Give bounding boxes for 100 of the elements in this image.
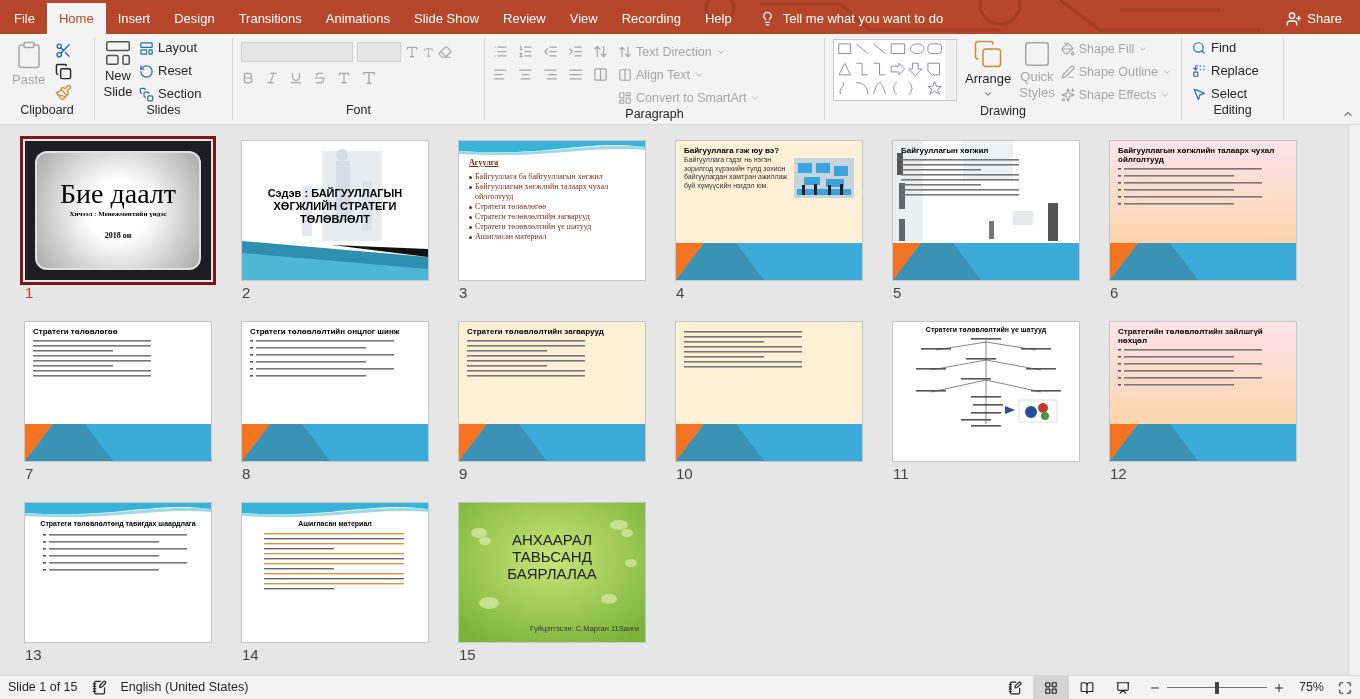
align-left-icon[interactable] xyxy=(493,67,508,82)
slide-command-button[interactable]: Layout xyxy=(139,38,202,58)
slide-title: Стратегийн төлөвлөлтийн зайлшгүй нөхцөл xyxy=(1118,327,1264,345)
spellcheck-icon[interactable] xyxy=(91,680,107,695)
slide-thumbnail[interactable]: Стратеги төлөвлөлтийн загварууд xyxy=(459,322,645,461)
ribbon-tab[interactable]: Design xyxy=(162,3,227,34)
bold-icon[interactable] xyxy=(241,71,255,85)
slide-counter: Slide 1 of 15 xyxy=(8,679,78,697)
shrink-font-icon[interactable] xyxy=(423,46,434,58)
line-spacing-icon[interactable] xyxy=(593,44,608,59)
slide-thumbnail[interactable]: Агуулга Байгууллага ба байгууллагын хөгжил Байгууллагын хөгжлийн талаарх чухал ойлголтууд Стратеги төлөвлөгөө Стратеги төлөвлөлтийн загварууд Стратеги төлөвлөлтийн үе шатууд Ашигласан материал xyxy=(459,141,645,280)
font-case-icon[interactable] xyxy=(337,71,351,85)
dropdown-icon xyxy=(693,70,704,80)
decrease-indent-icon[interactable] xyxy=(543,44,558,59)
ribbon-tab[interactable]: View xyxy=(557,3,610,34)
slide-number: 13 xyxy=(25,646,42,663)
scrollbar[interactable] xyxy=(1348,125,1360,675)
underline-icon[interactable] xyxy=(289,71,303,85)
cut-icon[interactable] xyxy=(55,42,73,59)
columns-icon[interactable] xyxy=(593,67,608,82)
ribbon-tab[interactable]: File xyxy=(2,3,47,34)
slide-number: 7 xyxy=(25,465,34,482)
ribbon-tab[interactable]: Home xyxy=(46,3,106,34)
slide-thumbnail[interactable]: Стратегийн төлөвлөлтийн зайлшгүй нөхцөл xyxy=(1110,322,1296,461)
dropdown-icon xyxy=(715,47,726,57)
ribbon-tab[interactable]: Transitions xyxy=(226,3,314,34)
grow-font-icon[interactable] xyxy=(405,45,419,59)
group-label: Drawing xyxy=(979,105,1027,120)
align-center-icon[interactable] xyxy=(518,67,533,82)
shape-outline-icon xyxy=(1060,65,1075,79)
ribbon-tab[interactable]: Insert xyxy=(105,3,163,34)
slide-bullet: Стратеги төлөвлөлтийн загварууд xyxy=(475,212,590,222)
justify-icon[interactable] xyxy=(568,67,583,82)
slide-thumbnail[interactable] xyxy=(676,322,862,461)
italic-icon[interactable] xyxy=(265,71,279,85)
zoom-in-icon[interactable] xyxy=(1272,681,1285,694)
text-direction-icon xyxy=(618,45,632,59)
smartart-icon xyxy=(618,91,632,105)
slide-title: Байгууллагын хөгжлийн талаарх чухал ойлголтууд xyxy=(1118,146,1276,164)
clear-formatting-icon[interactable] xyxy=(438,45,452,59)
editing-command-button[interactable]: Find xyxy=(1192,38,1273,58)
zoom-thumb[interactable] xyxy=(1214,681,1219,694)
slide-number: 11 xyxy=(893,465,909,482)
replace-icon xyxy=(1192,64,1206,78)
language-label[interactable]: English (United States) xyxy=(120,678,249,697)
new-slide-icon xyxy=(103,38,133,68)
dropdown-icon xyxy=(750,93,761,103)
slide-bullet: Байгууллагын хөгжлийн талаарх чухал ойлголтууд xyxy=(475,182,610,202)
slide-thumbnail[interactable]: Байгууллагын хөгжил xyxy=(893,141,1079,280)
numbering-icon[interactable] xyxy=(518,44,533,59)
slide-footer: 2018 он xyxy=(104,229,132,242)
slide-thumbnail[interactable]: Стратеги төлөвлөлтийн онцлог шинж xyxy=(242,322,428,461)
zoom-level[interactable]: 75% xyxy=(1298,678,1324,697)
slide-command-button[interactable]: Reset xyxy=(139,61,202,81)
bullets-icon[interactable] xyxy=(493,44,508,59)
ribbon-tab[interactable]: Help xyxy=(692,3,744,34)
ribbon-tab[interactable]: Review xyxy=(491,3,558,34)
slide-bullet: Ашигласан материал xyxy=(475,232,547,242)
font-size-field[interactable] xyxy=(357,42,401,62)
share-button[interactable]: Share xyxy=(1286,3,1342,34)
tell-me-search[interactable]: Tell me what you want to do xyxy=(782,8,944,29)
shapes-gallery[interactable] xyxy=(833,39,957,101)
slide-title: Стратеги төлөвлөгөө xyxy=(33,327,119,336)
editing-command-button[interactable]: Replace xyxy=(1192,61,1273,81)
slide-number: 6 xyxy=(1110,284,1119,301)
editing-command-button[interactable]: Select xyxy=(1192,84,1273,104)
slide-number: 15 xyxy=(459,646,476,663)
normal-view-icon xyxy=(1007,680,1022,695)
strikethrough-icon[interactable] xyxy=(313,71,327,85)
fit-to-window-icon[interactable] xyxy=(1338,680,1352,695)
slide-thumbnail[interactable]: Байгууллагын хөгжлийн талаарх чухал ойлголтууд xyxy=(1110,141,1296,280)
slide-number: 12 xyxy=(1110,465,1127,482)
group-label: Font xyxy=(345,103,372,119)
view-button[interactable] xyxy=(1032,676,1069,699)
slide-title: Стратеги төлөвлөлтийн онцлог шинж xyxy=(250,327,401,336)
arrange-button[interactable]: Arrange xyxy=(963,39,1014,105)
show-view-icon xyxy=(1115,680,1130,695)
slide-command-button[interactable]: Section xyxy=(139,84,202,104)
new-slide-button[interactable]: New Slide xyxy=(103,38,133,104)
ribbon-tab[interactable]: Animations xyxy=(313,3,403,34)
slide-bullet: Стратеги төлөвлөлтийн үе шатууд xyxy=(475,222,592,232)
ribbon-tab[interactable]: Slide Show xyxy=(402,3,492,34)
dropdown-icon xyxy=(1160,90,1171,100)
group-label: Editing xyxy=(1212,104,1253,119)
shape-fill-icon xyxy=(1060,42,1075,56)
slide-title: Агуулга xyxy=(469,157,499,169)
slide-number: 1 xyxy=(25,284,34,301)
group-label: Slides xyxy=(145,104,182,119)
increase-indent-icon[interactable] xyxy=(568,44,583,59)
slide-number: 3 xyxy=(459,284,468,301)
zoom-slider[interactable] xyxy=(1166,681,1267,694)
font-name-field[interactable] xyxy=(241,42,353,62)
layout-icon xyxy=(139,40,154,56)
slide-thumbnail[interactable]: Сэдэв : БАЙГУУЛЛАГЫН ХӨГЖЛИЙН СТРАТЕГИ ТӨЛӨВЛӨЛТ xyxy=(242,141,428,280)
ribbon-tab[interactable]: Recording xyxy=(609,3,693,34)
font-color-icon[interactable] xyxy=(361,70,377,86)
slide-thumbnail[interactable]: Стратеги төлөвлөгөө xyxy=(25,322,211,461)
reset-icon xyxy=(139,63,154,79)
copy-icon[interactable] xyxy=(55,63,73,80)
align-right-icon[interactable] xyxy=(543,67,558,82)
